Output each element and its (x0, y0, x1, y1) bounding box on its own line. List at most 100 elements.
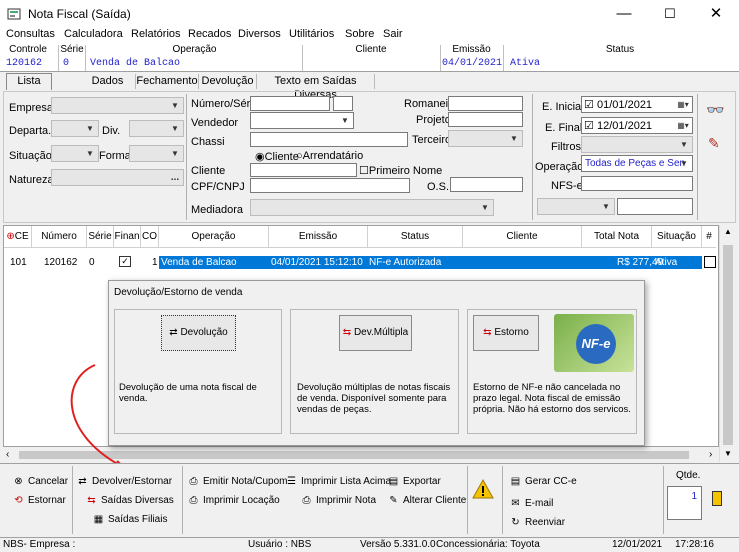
ellipsis-button[interactable]: ... (168, 171, 182, 184)
e-final-date[interactable]: ☑ 12/01/2021 ▦▾ (581, 117, 693, 134)
serie-input[interactable] (333, 96, 353, 111)
email-button[interactable]: ✉ E-mail (509, 498, 553, 509)
col-emissao[interactable]: Emissão (269, 226, 368, 248)
emitir-nota-button[interactable]: ⎙ Emitir Nota/Cupom (187, 476, 288, 487)
alterar-cliente-button[interactable]: ✎ Alterar Cliente (387, 495, 466, 506)
return-icon: ⇄ (78, 476, 87, 487)
cliente-input[interactable] (250, 163, 357, 177)
menu-diversos[interactable]: Diversos (238, 28, 281, 40)
extra-select[interactable]: ▼ (537, 198, 615, 215)
mediadora-select[interactable]: ▼ (250, 199, 494, 216)
eraser-icon[interactable]: ✎ (708, 135, 720, 152)
col-co[interactable]: CO (141, 226, 159, 248)
empresa-select[interactable]: ▼ (51, 97, 184, 114)
status-versao: Versão 5.331.0.0 (360, 539, 436, 550)
extra-input[interactable] (617, 198, 693, 215)
dev-multipla-button[interactable]: ⇆ Dev.Múltipla (339, 315, 412, 351)
saidas-filiais-button[interactable]: ▦ Saídas Filiais (92, 514, 168, 525)
imprimir-nota-button[interactable]: ⎙ Imprimir Nota (300, 495, 377, 506)
gerar-cce-button[interactable]: ▤ Gerar CC-e (509, 476, 577, 487)
empresa-label: Empresa (9, 102, 54, 114)
os-input[interactable] (450, 177, 523, 192)
forma-select[interactable]: ▼ (129, 145, 184, 162)
exit-door-icon[interactable] (712, 491, 722, 506)
scroll-down-icon[interactable]: ▼ (724, 449, 732, 458)
checkbox-checked-icon: ☑ (584, 120, 594, 132)
romaneio-input[interactable] (448, 96, 523, 111)
filtros-select[interactable]: ▼ (581, 136, 693, 153)
estorno-text: Estorno de NF-e não cancelada no prazo l… (473, 382, 631, 415)
numero-input[interactable] (250, 96, 330, 111)
scroll-right-icon[interactable]: › (709, 449, 712, 460)
div-select[interactable]: ▼ (129, 120, 184, 137)
estornar-button[interactable]: ⟲ Estornar (12, 495, 66, 506)
menu-sobre[interactable]: Sobre (345, 28, 374, 40)
imprimir-lista-button[interactable]: ☰ Imprimir Lista Acima (285, 476, 391, 487)
vendedor-select[interactable]: ▼ (250, 112, 354, 129)
col-hash[interactable]: # (702, 226, 716, 248)
cpf-cnpj-input[interactable] (250, 178, 410, 193)
minimize-button[interactable]: — (601, 0, 647, 28)
branch-icon: ▦ (93, 514, 104, 525)
exportar-button[interactable]: ▤ Exportar (387, 476, 441, 487)
radio-arrendatario[interactable]: ○Arrendatário (296, 150, 363, 162)
tab-devolucao[interactable]: Devolução (199, 74, 257, 89)
e-inicial-date[interactable]: ☑ 01/01/2021 ▦▾ (581, 96, 693, 113)
glasses-icon[interactable]: 👓 (706, 101, 725, 119)
nfs-e-input[interactable] (581, 176, 693, 191)
multi-return-icon: ⇆ (342, 327, 352, 338)
menu-consultas[interactable]: Consultas (6, 28, 55, 40)
situacao-select[interactable]: ▼ (51, 145, 99, 162)
printer-icon: ⎙ (302, 495, 311, 506)
tab-texto-saidas[interactable]: Texto em Saídas Diversas (257, 74, 375, 101)
saidas-diversas-button[interactable]: ⇆ Saídas Diversas (85, 495, 174, 506)
nfs-e-label: NFS-e (551, 180, 583, 192)
reenviar-button[interactable]: ↻ Reenviar (509, 517, 565, 528)
projeto-input[interactable] (448, 112, 523, 127)
close-button[interactable]: ✕ (693, 0, 739, 28)
col-ce[interactable]: ⊕CE (4, 226, 32, 248)
primeiro-nome-checkbox[interactable]: ☐Primeiro Nome (359, 164, 442, 177)
scroll-thumb[interactable] (723, 245, 733, 445)
user-edit-icon: ✎ (389, 495, 398, 506)
imprimir-locacao-button[interactable]: ⎙ Imprimir Locação (187, 495, 280, 506)
terceiro-select[interactable]: ▼ (448, 130, 523, 147)
col-situacao[interactable]: Situação (652, 226, 702, 248)
menu-utilitarios[interactable]: Utilitários (289, 28, 334, 40)
maximize-button[interactable]: ☐ (647, 0, 693, 28)
calendar-dropdown-icon[interactable]: ▦▾ (675, 98, 691, 111)
devolucao-button[interactable]: ⇄ Devolução (161, 315, 236, 351)
col-operacao[interactable]: Operação (159, 226, 269, 248)
estorno-button[interactable]: ⇆ Estorno (473, 315, 539, 351)
chevron-down-icon: ▼ (86, 124, 94, 133)
menu-sair[interactable]: Sair (383, 28, 403, 40)
vertical-scrollbar[interactable]: ▲ ▼ (719, 225, 736, 462)
calendar-dropdown-icon[interactable]: ▦▾ (675, 119, 691, 132)
tab-fechamento[interactable]: Fechamento (136, 74, 199, 89)
col-cliente[interactable]: Cliente (463, 226, 582, 248)
menu-relatorios[interactable]: Relatórios (131, 28, 181, 40)
cancelar-button[interactable]: ⊗ Cancelar (12, 476, 68, 487)
col-serie[interactable]: Série (87, 226, 114, 248)
table-row[interactable]: 101 120162 0 ✓ 1 Venda de Balcao 04/01/2… (4, 256, 716, 269)
natureza-field[interactable]: ... (51, 169, 184, 186)
col-status[interactable]: Status (368, 226, 463, 248)
col-finan[interactable]: Finan (114, 226, 141, 248)
finan-checkbox[interactable]: ✓ (119, 256, 131, 267)
col-total-nota[interactable]: Total Nota (582, 226, 652, 248)
radio-cliente[interactable]: ◉Cliente (255, 150, 299, 163)
departa-select[interactable]: ▼ (51, 120, 99, 137)
operacao-select[interactable]: Todas de Peças e Sen ▼ (581, 155, 693, 172)
status-date: 12/01/2021 (612, 539, 663, 550)
col-numero[interactable]: Número (32, 226, 87, 248)
tab-lista[interactable]: Lista (6, 73, 52, 90)
menu-calculadora[interactable]: Calculadora (64, 28, 123, 40)
scroll-up-icon[interactable]: ▲ (724, 227, 732, 236)
warning-icon[interactable] (472, 478, 494, 500)
tab-dados[interactable]: Dados (80, 74, 136, 89)
devolver-estornar-button[interactable]: ⇄ Devolver/Estornar (76, 476, 172, 487)
row-select-checkbox[interactable] (704, 256, 716, 268)
scroll-left-icon[interactable]: ‹ (6, 449, 9, 460)
chassi-input[interactable] (250, 132, 408, 147)
menu-recados[interactable]: Recados (188, 28, 231, 40)
